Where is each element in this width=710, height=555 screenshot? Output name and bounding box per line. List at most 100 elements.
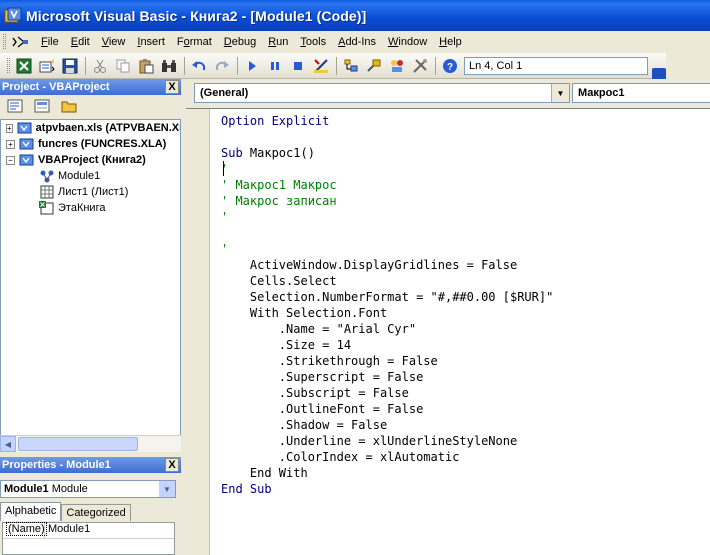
menu-grip[interactable] [3,34,6,49]
project-pane-toolbar [0,95,181,117]
view-object-button[interactable] [31,96,52,117]
menu-insert[interactable]: Insert [131,34,171,50]
code-margin-indicator-bar[interactable] [186,109,210,555]
code-editor[interactable]: Option Explicit Sub Макрос1() ' ' Макрос1 М… [186,108,710,555]
code-line: ' [221,210,229,224]
toolbar-separator [237,56,238,75]
object-select[interactable]: Module1 Module ▼ [0,480,176,498]
code-lines: Option Explicit Sub Макрос1() ' ' Макрос1 М… [221,113,553,497]
module-window-icon[interactable] [9,34,31,50]
expand-icon[interactable]: + [6,123,13,133]
project-tree-hscrollbar[interactable]: ◀ [0,435,181,452]
menu-debug[interactable]: Debug [218,34,262,50]
code-line: .OutlineFont = False [221,402,424,416]
find-button[interactable] [158,55,179,76]
title-bar: Microsoft Visual Basic - Книга2 - [Modul… [0,0,710,31]
copy-button[interactable] [112,55,133,76]
object-combo[interactable]: (General) ▼ [194,83,570,103]
insert-userform-button[interactable] [36,55,57,76]
expand-icon[interactable]: + [6,139,15,149]
properties-pane-close-button[interactable]: X [165,458,179,472]
menu-view[interactable]: View [96,34,132,50]
vba-app-icon[interactable] [4,7,22,25]
object-browser-button[interactable] [386,55,407,76]
vba-project-icon [17,121,33,135]
tree-item-label: Лист1 (Лист1) [58,186,129,198]
property-row[interactable]: (Name) Module1 [3,522,174,539]
tree-item[interactable]: + funcres (FUNCRES.XLA) [1,136,180,152]
tree-item[interactable]: Module1 [1,168,180,184]
code-line: Cells.Select [221,274,337,288]
project-pane-title: Project - VBAProject [2,81,110,93]
toolbar-grip[interactable] [7,58,10,73]
tab-categorized[interactable]: Categorized [61,504,131,521]
code-line: Selection.NumberFormat = "#,##0.00 [$RUR… [221,290,554,304]
procedure-combo[interactable]: Макрос1 [572,83,710,103]
code-line: .Underline = xlUnderlineStyleNone [221,434,518,448]
insert-module-icon [39,58,55,72]
cut-button[interactable] [89,55,110,76]
property-name: (Name) [6,522,47,536]
menu-add-ins[interactable]: Add-Ins [332,34,382,50]
menu-window[interactable]: Window [382,34,433,50]
property-value[interactable]: Module1 [45,523,90,538]
scroll-left-button[interactable]: ◀ [0,436,16,452]
view-code-button[interactable] [4,96,25,117]
save-icon [62,58,77,73]
reset-button[interactable] [287,55,308,76]
break-button[interactable] [264,55,285,76]
tree-item[interactable]: Лист1 (Лист1) [1,184,180,200]
toolbar-separator [336,56,337,75]
properties-grid: (Name) Module1 [2,522,175,555]
toggle-folders-button[interactable] [58,96,79,117]
view-excel-button[interactable] [13,55,34,76]
copy-icon [116,59,129,72]
save-button[interactable] [59,55,80,76]
menu-format[interactable]: Format [171,34,218,50]
menu-help[interactable]: Help [433,34,468,50]
code-line: .Subscript = False [221,386,409,400]
project-explorer-button[interactable] [340,55,361,76]
object-name: Module1 [4,483,49,495]
code-text: Макрос1() [242,146,315,160]
menu-run[interactable]: Run [262,34,294,50]
menu-edit[interactable]: Edit [65,34,96,50]
code-window-header: (General) ▼ Макрос1 [186,79,710,107]
view-object-icon [34,99,49,113]
code-line: End With [221,466,308,480]
toolbox-button[interactable] [409,55,430,76]
collapse-icon[interactable]: − [6,155,15,165]
run-button[interactable] [241,55,262,76]
chevron-down-icon[interactable]: ▼ [159,481,175,497]
menu-file[interactable]: File [35,34,65,50]
tab-alphabetic[interactable]: Alphabetic [0,502,62,521]
paste-button[interactable] [135,55,156,76]
code-line: .Superscript = False [221,370,424,384]
undo-button[interactable] [188,55,209,76]
menu-tools[interactable]: Tools [294,34,332,50]
redo-button[interactable] [211,55,232,76]
object-type: Module [51,483,88,495]
properties-tabs: Alphabetic Categorized [0,502,131,521]
code-line: .Name = "Arial Cyr" [221,322,417,336]
project-explorer-pane: Project - VBAProject X + atpvbaen.xls (AT… [0,79,181,454]
menu-bar: File Edit View Insert Format Debug Run Tools Add… [0,31,710,52]
sheet-icon [39,185,55,199]
chevron-down-icon[interactable]: ▼ [551,84,569,102]
tree-item[interactable]: − VBAProject (Книга2) [1,152,180,168]
redo-icon [215,60,229,70]
project-pane-close-button[interactable]: X [165,80,179,94]
cursor-position-display: Ln 4, Col 1 [464,56,648,75]
design-mode-icon [313,58,328,73]
properties-window-button[interactable] [363,55,384,76]
design-mode-button[interactable] [310,55,331,76]
module-icon [39,169,55,183]
code-line: .Size = 14 [221,338,352,352]
tree-item[interactable]: + atpvbaen.xls (ATPVBAEN.XLA) [1,120,180,136]
tree-item[interactable]: ЭтаКнига [1,200,180,216]
toolbar-separator [184,56,185,75]
scroll-thumb[interactable] [18,437,138,451]
help-button[interactable]: ? [439,55,460,76]
procedure-combo-value: Макрос1 [578,87,625,99]
